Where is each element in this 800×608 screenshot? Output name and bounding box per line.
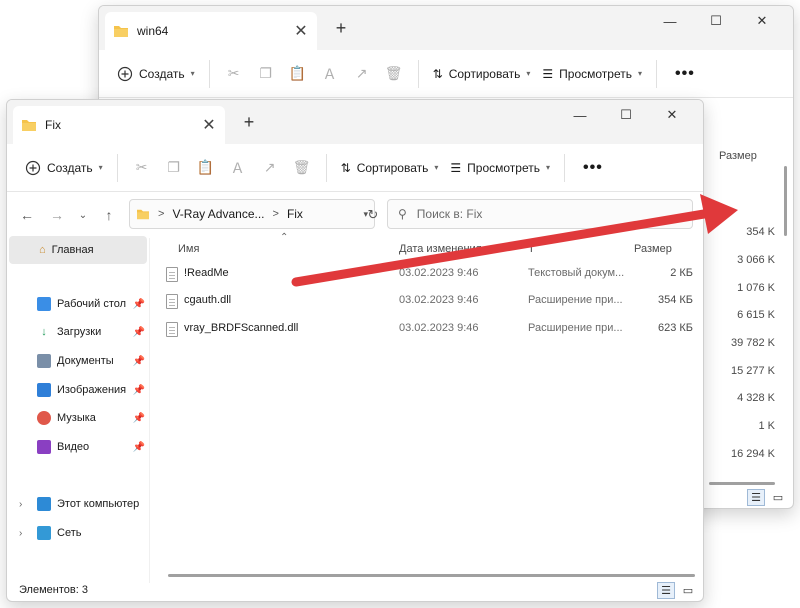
annotation-arrow-icon <box>291 194 738 287</box>
